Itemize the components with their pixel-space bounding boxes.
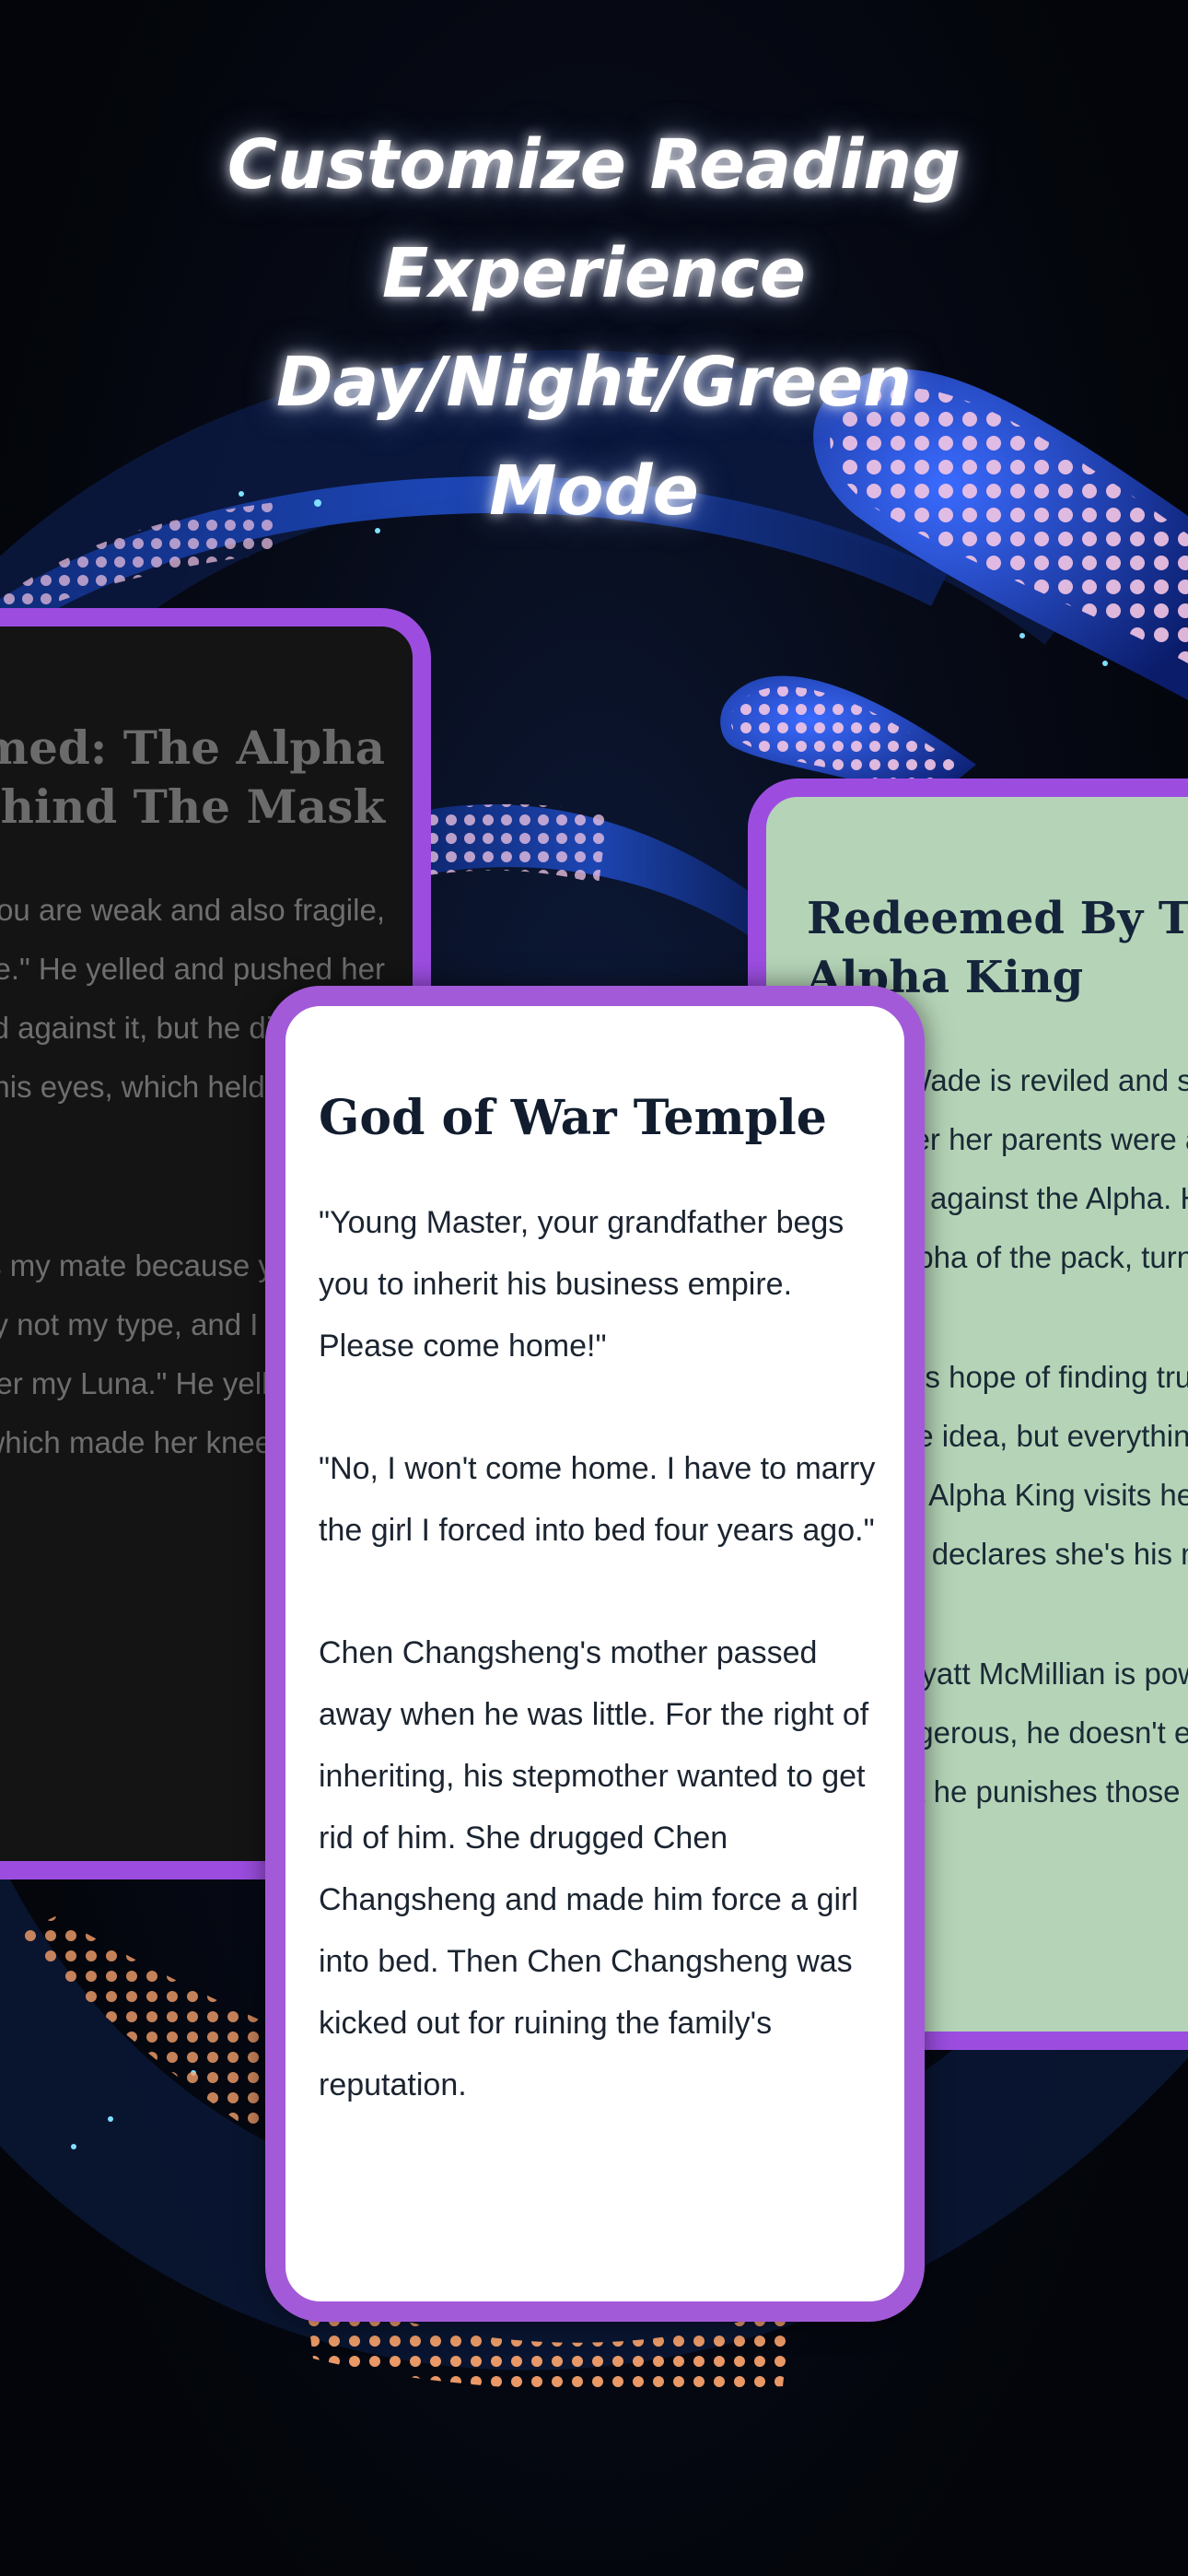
ribbon-center [424, 803, 764, 940]
headline-line-1: Customize Reading [227, 125, 961, 205]
day-paragraph: Chen Changsheng's mother passed away whe… [319, 1635, 869, 2102]
night-card-title: Redeemed: The Alpha Behind The Mask [0, 719, 385, 837]
day-paragraph: "Young Master, your grandfather begs you… [319, 1205, 844, 1364]
day-mode-card[interactable]: God of War Temple "Young Master, your gr… [265, 986, 925, 2322]
day-card-title: God of War Temple [319, 1090, 827, 1146]
headline: Customize Reading Experience Day/Night/G… [55, 111, 1133, 545]
night-title-line: Behind The Mask [0, 779, 385, 834]
green-title-line: Redeemed By The [807, 893, 1188, 944]
promo-screen: Customize Reading Experience Day/Night/G… [0, 0, 1188, 2576]
headline-line-3: Mode [489, 451, 699, 531]
day-paragraph: "No, I won't come home. I have to marry … [319, 1451, 876, 1548]
night-title-line: Redeemed: The Alpha [0, 720, 385, 775]
headline-line-2: Experience Day/Night/Green [276, 234, 912, 422]
day-card-body: "Young Master, your grandfather begs you… [319, 1192, 890, 2116]
